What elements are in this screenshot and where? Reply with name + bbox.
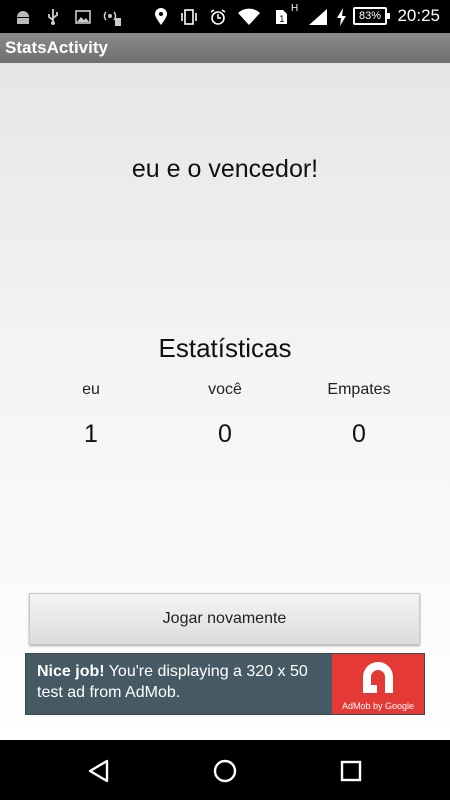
signal-icon [309,9,327,25]
vibrate-icon [181,9,197,25]
svg-text:1: 1 [279,15,285,25]
back-icon[interactable] [86,758,112,784]
stat-label-player: eu [82,381,100,398]
network-type-label: H [291,3,299,14]
admob-caption: AdMob by Google [341,701,415,711]
location-icon [155,8,167,25]
status-time: 20:25 [397,6,440,25]
charging-icon [337,8,346,26]
stat-value-opponent: 0 [218,420,232,448]
stats-screen: eu e o vencedor! Estatísticas eu você Em… [0,63,450,740]
usb-icon [48,9,58,25]
result-text: eu e o vencedor! [131,155,319,183]
stats-title: Estatísticas [158,333,292,363]
image-icon [75,10,91,24]
wifi-icon [238,8,260,25]
recents-icon[interactable] [338,758,364,784]
stat-label-opponent: você [208,381,242,398]
play-again-button[interactable]: Jogar novamente [29,593,420,645]
admob-mark-icon [363,662,393,693]
app-title-bar: StatsActivity [0,33,450,63]
admob-logo: AdMob by Google [332,654,424,714]
hotspot-icon [103,11,121,26]
ad-text: Nice job! You're displaying a 320 x 50 t… [37,661,337,703]
battery-icon: 83% [353,7,390,25]
ad-banner[interactable]: Nice job! You're displaying a 320 x 50 t… [25,653,425,715]
status-bar: 1 H 83% 20:25 [0,0,450,33]
stat-value-player: 1 [84,420,98,448]
stat-value-draws: 0 [352,420,366,448]
app-title: StatsActivity [5,38,108,57]
home-icon[interactable] [212,758,238,784]
sim-icon: 1 [276,10,287,25]
android-icon [17,11,29,24]
stat-label-draws: Empates [327,381,391,398]
navigation-bar [0,740,450,800]
ad-headline: Nice job! [37,663,105,680]
alarm-icon [210,9,226,25]
